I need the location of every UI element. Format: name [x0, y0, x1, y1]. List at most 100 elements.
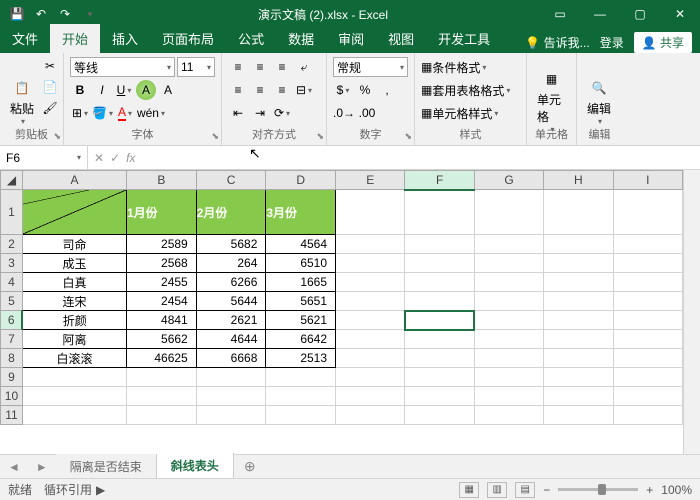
cell-A6[interactable]: 折颜: [22, 311, 126, 330]
tab-review[interactable]: 审阅: [326, 24, 376, 53]
fx-icon[interactable]: fx: [126, 151, 135, 165]
cell-E7[interactable]: [336, 330, 405, 349]
font-color-button[interactable]: A▾: [115, 103, 135, 123]
cell-H11[interactable]: [544, 406, 613, 425]
cell-B4[interactable]: 2455: [127, 273, 197, 292]
sheet-tab-2[interactable]: 斜线表头: [157, 453, 234, 480]
cell-A5[interactable]: 连宋: [22, 292, 126, 311]
row-header-5[interactable]: 5: [1, 292, 23, 311]
row-header-4[interactable]: 4: [1, 273, 23, 292]
number-format-combo[interactable]: 常规▾: [333, 57, 408, 77]
cell-F5[interactable]: [405, 292, 474, 311]
cut-button[interactable]: ✂: [40, 56, 60, 76]
cell-F10[interactable]: [405, 387, 474, 406]
sheet-nav-next[interactable]: ►: [28, 460, 56, 474]
col-header-I[interactable]: I: [613, 171, 682, 190]
cell-C4[interactable]: 6266: [196, 273, 266, 292]
zoom-slider[interactable]: [558, 488, 638, 491]
conditional-format-button[interactable]: ▦ 条件格式▾: [421, 57, 486, 77]
add-sheet-button[interactable]: ⊕: [234, 458, 266, 475]
tab-formulas[interactable]: 公式: [226, 24, 276, 53]
maximize-button[interactable]: ▢: [620, 0, 660, 28]
cell-A2[interactable]: 司命: [22, 235, 126, 254]
cell-G8[interactable]: [474, 349, 543, 368]
cell-H4[interactable]: [544, 273, 613, 292]
align-left-button[interactable]: ≡: [228, 80, 248, 100]
zoom-level[interactable]: 100%: [661, 483, 692, 497]
cell-I10[interactable]: [613, 387, 682, 406]
wrap-text-button[interactable]: ⤶: [294, 57, 314, 77]
cell-A1[interactable]: [22, 190, 126, 235]
tab-home[interactable]: 开始: [50, 24, 100, 53]
cell-A9[interactable]: [22, 368, 126, 387]
cell-I8[interactable]: [613, 349, 682, 368]
format-table-button[interactable]: ▦ 套用表格格式▾: [421, 80, 510, 100]
row-header-9[interactable]: 9: [1, 368, 23, 387]
cell-H5[interactable]: [544, 292, 613, 311]
cell-H8[interactable]: [544, 349, 613, 368]
cell-G4[interactable]: [474, 273, 543, 292]
tab-layout[interactable]: 页面布局: [150, 24, 226, 53]
close-button[interactable]: ✕: [660, 0, 700, 28]
cell-G7[interactable]: [474, 330, 543, 349]
cell-C9[interactable]: [196, 368, 266, 387]
cell-I3[interactable]: [613, 254, 682, 273]
select-all[interactable]: ◢: [1, 171, 23, 190]
cell-F6[interactable]: [405, 311, 474, 330]
cell-E8[interactable]: [336, 349, 405, 368]
col-header-E[interactable]: E: [336, 171, 405, 190]
cell-I11[interactable]: [613, 406, 682, 425]
cell-C5[interactable]: 5644: [196, 292, 266, 311]
cell-I6[interactable]: [613, 311, 682, 330]
tab-file[interactable]: 文件: [0, 24, 50, 53]
share-button[interactable]: 👤 共享: [634, 32, 692, 53]
cell-E4[interactable]: [336, 273, 405, 292]
cell-C10[interactable]: [196, 387, 266, 406]
col-header-C[interactable]: C: [196, 171, 266, 190]
increase-indent-button[interactable]: ⇥: [250, 103, 270, 123]
cell-D5[interactable]: 5651: [266, 292, 336, 311]
cell-I7[interactable]: [613, 330, 682, 349]
cell-F8[interactable]: [405, 349, 474, 368]
login-button[interactable]: 登录: [600, 34, 624, 51]
cell-I9[interactable]: [613, 368, 682, 387]
cell-F1[interactable]: [405, 190, 474, 235]
cell-G1[interactable]: [474, 190, 543, 235]
cell-H1[interactable]: [544, 190, 613, 235]
percent-button[interactable]: %: [355, 80, 375, 100]
row-header-6[interactable]: 6: [1, 311, 23, 330]
page-break-view-button[interactable]: ▤: [515, 482, 535, 498]
cell-F4[interactable]: [405, 273, 474, 292]
cell-C7[interactable]: 4644: [196, 330, 266, 349]
orientation-button[interactable]: ⟳▾: [272, 103, 292, 123]
row-header-1[interactable]: 1: [1, 190, 23, 235]
increase-font-button[interactable]: A: [136, 80, 156, 100]
tab-data[interactable]: 数据: [276, 24, 326, 53]
col-header-F[interactable]: F: [405, 171, 474, 190]
row-header-7[interactable]: 7: [1, 330, 23, 349]
cell-A7[interactable]: 阿离: [22, 330, 126, 349]
copy-button[interactable]: 📄: [40, 77, 60, 97]
name-box[interactable]: F6▾: [0, 146, 88, 169]
save-button[interactable]: 💾: [6, 3, 28, 25]
border-button[interactable]: ⊞▾: [70, 103, 90, 123]
cell-B5[interactable]: 2454: [127, 292, 197, 311]
cell-E1[interactable]: [336, 190, 405, 235]
cell-C3[interactable]: 264: [196, 254, 266, 273]
cell-E9[interactable]: [336, 368, 405, 387]
bold-button[interactable]: B: [70, 80, 90, 100]
align-bottom-button[interactable]: ≡: [272, 57, 292, 77]
row-header-3[interactable]: 3: [1, 254, 23, 273]
italic-button[interactable]: I: [92, 80, 112, 100]
record-icon[interactable]: ▶: [96, 483, 105, 497]
fill-color-button[interactable]: 🪣▾: [92, 103, 113, 123]
cell-F11[interactable]: [405, 406, 474, 425]
ribbon-display-icon[interactable]: ▭: [540, 0, 580, 28]
sheet-tab-1[interactable]: 隔离是否结束: [56, 454, 157, 479]
cell-I1[interactable]: [613, 190, 682, 235]
cell-E2[interactable]: [336, 235, 405, 254]
tab-view[interactable]: 视图: [376, 24, 426, 53]
qat-customize[interactable]: ▼: [78, 3, 100, 25]
cell-E11[interactable]: [336, 406, 405, 425]
row-header-8[interactable]: 8: [1, 349, 23, 368]
